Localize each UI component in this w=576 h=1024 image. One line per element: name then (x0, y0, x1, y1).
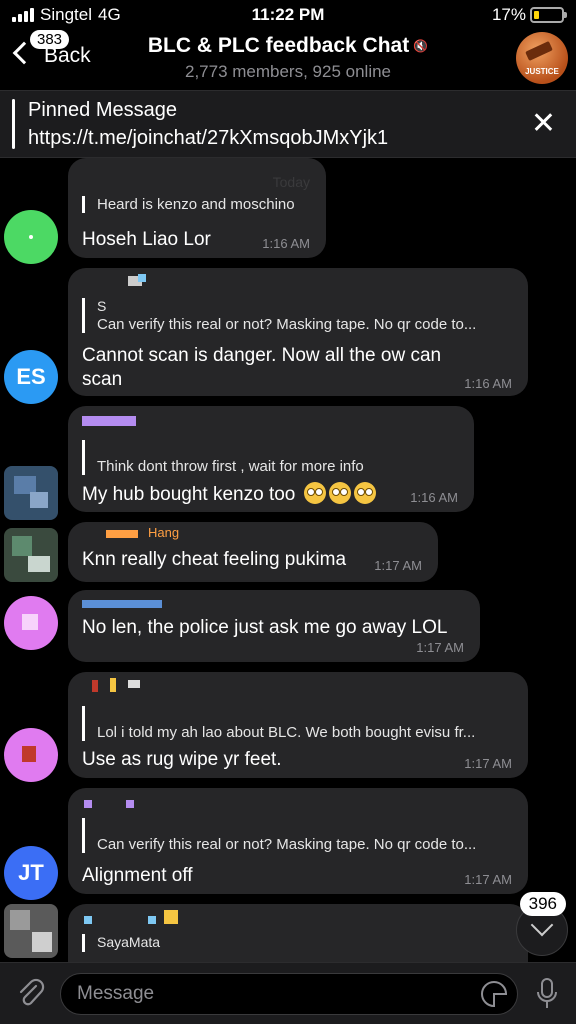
unread-badge: 383 (30, 30, 70, 49)
avatar-text: JUSTICE (525, 67, 559, 76)
sender-blur (84, 800, 92, 808)
status-bar: Singtel 4G 11:22 PM 17% (0, 0, 576, 30)
battery-percent: 17% (491, 5, 526, 24)
message-time: 1:16 AM (410, 490, 458, 505)
date-label: Today (272, 174, 310, 190)
reply-name: SayaMata (97, 934, 161, 950)
message-list[interactable]: Today Heard is kenzo and moschino Hoseh … (0, 158, 576, 962)
reply-preview[interactable]: Lol i told my ah lao about BLC. We both … (82, 706, 514, 741)
reply-preview[interactable]: Heard is kenzo and moschino (82, 196, 312, 213)
sender-blur (164, 910, 178, 924)
message-time: 1:17 AM (374, 558, 422, 573)
message-text: No len, the police just ask me go away L… (82, 617, 448, 638)
rolling-eyes-emoji (328, 482, 351, 504)
rolling-eyes-emoji (353, 482, 376, 504)
unread-count-badge: 396 (519, 892, 566, 916)
sender-blur (82, 600, 162, 608)
message-bubble[interactable]: Hang Knn really cheat feeling pukima 1:1… (68, 522, 438, 582)
sender-blur (138, 274, 146, 282)
avatar[interactable] (4, 466, 58, 520)
message-text: Cannot scan is danger. Now all the ow ca… (82, 345, 442, 390)
message-time: 1:17 AM (464, 872, 512, 887)
message-text: My hub bought kenzo too (82, 482, 376, 507)
sender-blur (106, 530, 138, 538)
message-time: 1:17 AM (464, 756, 512, 771)
clock: 11:22 PM (251, 5, 325, 24)
avatar[interactable] (4, 728, 58, 782)
sender-blur (82, 416, 136, 426)
reply-name: S (97, 298, 107, 314)
reply-name (97, 440, 462, 458)
avatar[interactable] (4, 904, 58, 958)
message-bubble[interactable]: S Can verify this real or not? Masking t… (68, 268, 528, 396)
avatar[interactable]: JT (4, 846, 58, 900)
pinned-bar (12, 99, 15, 149)
sticker-icon[interactable] (481, 981, 507, 1007)
sender-blur (92, 680, 98, 692)
microphone-icon[interactable] (536, 977, 558, 1011)
paperclip-icon[interactable] (14, 977, 46, 1009)
reply-text: Heard is kenzo and moschino (97, 196, 295, 213)
chat-header: 383 Back BLC & PLC feedback Chat 🔇 2,773… (0, 28, 576, 90)
reply-preview[interactable]: S Can verify this real or not? Masking t… (82, 298, 514, 333)
reply-text: Can verify this real or not? Masking tap… (97, 836, 477, 853)
reply-name (97, 818, 514, 836)
message-text: Hoseh Liao Lor (82, 229, 211, 250)
message-text: Use as rug wipe yr feet. (82, 749, 282, 770)
input-bar (0, 962, 576, 1024)
sender-blur (84, 916, 92, 924)
back-button[interactable]: 383 Back (8, 30, 91, 68)
pinned-link[interactable]: https://t.me/joinchat/27kXmsqobJMxYjk1 (28, 127, 388, 150)
message-box[interactable] (60, 973, 518, 1015)
reply-text: Lol i told my ah lao about BLC. We both … (97, 724, 476, 741)
reply-preview[interactable]: SayaMata (82, 934, 514, 952)
rolling-eyes-emoji (303, 482, 326, 504)
battery-icon (530, 7, 567, 23)
message-bubble[interactable]: Can verify this real or not? Masking tap… (68, 788, 528, 894)
message-bubble[interactable]: Lol i told my ah lao about BLC. We both … (68, 672, 528, 778)
message-input[interactable] (77, 982, 457, 1006)
chat-title: BLC & PLC feedback Chat (147, 34, 410, 57)
reply-text: Can verify this real or not? Masking tap… (97, 316, 477, 333)
message-time: 1:16 AM (262, 236, 310, 251)
status-right: 17% (491, 5, 567, 25)
avatar-initials: JT (18, 860, 44, 885)
sender-blur (148, 916, 156, 924)
sender-name: Hang (148, 525, 180, 540)
message-text: Knn really cheat feeling pukima (82, 549, 347, 570)
avatar[interactable] (4, 210, 58, 264)
avatar[interactable] (4, 528, 58, 582)
reply-text: Think dont throw first , wait for more i… (97, 458, 364, 475)
message-bubble[interactable]: Today Heard is kenzo and moschino Hoseh … (68, 158, 326, 258)
chevron-down-icon (530, 913, 554, 937)
reply-preview[interactable]: Think dont throw first , wait for more i… (82, 440, 462, 475)
avatar[interactable] (4, 596, 58, 650)
gavel-icon (525, 40, 553, 62)
message-bubble[interactable]: No len, the police just ask me go away L… (68, 590, 480, 662)
chat-title-area[interactable]: BLC & PLC feedback Chat 🔇 2,773 members,… (100, 34, 476, 82)
sender-blur (126, 800, 134, 808)
message-bubble[interactable]: Think dont throw first , wait for more i… (68, 406, 474, 512)
chat-subtitle: 2,773 members, 925 online (184, 62, 392, 81)
message-text: Alignment off (82, 865, 193, 886)
message-bubble[interactable]: SayaMata (68, 904, 528, 962)
close-icon[interactable]: ✕ (531, 109, 556, 139)
sender-blur (128, 680, 140, 688)
pinned-title: Pinned Message (28, 99, 177, 121)
reply-name (97, 706, 514, 724)
mute-icon: 🔇 (413, 39, 429, 53)
avatar-initials: ES (16, 364, 46, 389)
reply-preview[interactable]: Can verify this real or not? Masking tap… (82, 818, 514, 853)
avatar[interactable]: ES (4, 350, 58, 404)
sender-blur (110, 678, 116, 692)
message-text-content: My hub bought kenzo too (82, 484, 296, 505)
message-time: 1:16 AM (464, 376, 512, 391)
pinned-message[interactable]: Pinned Message https://t.me/joinchat/27k… (0, 90, 576, 158)
group-avatar[interactable]: JUSTICE (516, 32, 568, 84)
message-time: 1:17 AM (416, 640, 464, 655)
